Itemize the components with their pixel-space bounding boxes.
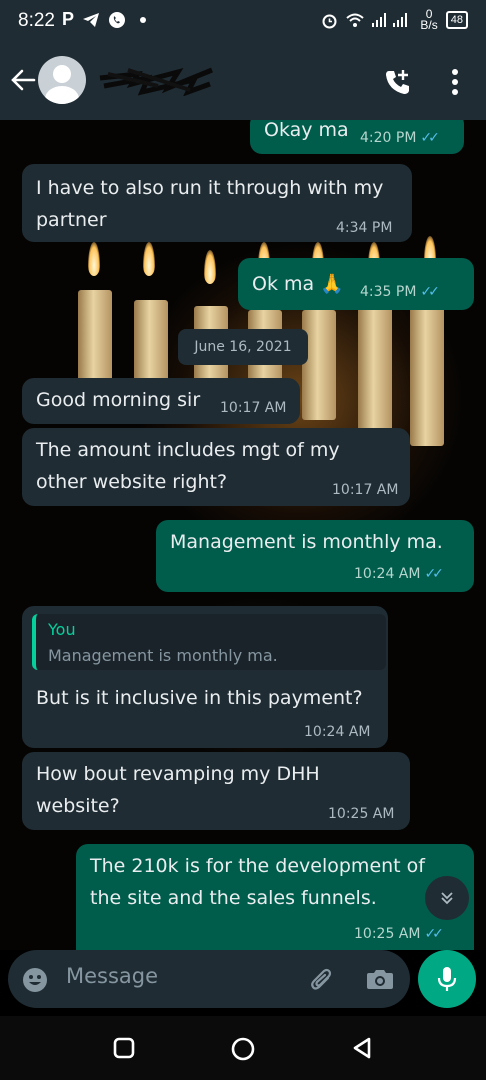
message-incoming[interactable]: Good morning sir 10:17 AM — [22, 378, 300, 424]
folded-hands-emoji: 🙏 — [320, 273, 344, 295]
status-time: 8:22 — [18, 10, 55, 31]
recent-apps-icon[interactable] — [112, 1036, 136, 1060]
message-outgoing[interactable]: Okay ma 4:20 PM ✓✓ — [250, 120, 464, 154]
read-ticks-icon: ✓✓ — [424, 566, 444, 582]
home-icon[interactable] — [230, 1036, 256, 1062]
paperclip-icon[interactable] — [308, 966, 336, 994]
camera-icon[interactable] — [366, 967, 394, 991]
parking-icon: P — [62, 9, 75, 29]
compose-bar: Message — [0, 950, 486, 1016]
system-nav-bar — [0, 1016, 486, 1080]
system-icons: 0 B/s 48 — [321, 7, 468, 32]
signal-icon — [372, 13, 408, 27]
add-call-icon[interactable] — [384, 68, 412, 96]
whatsapp-icon — [109, 11, 126, 28]
quoted-message[interactable]: You Management is monthly ma. — [32, 614, 386, 670]
alarm-icon — [322, 14, 337, 28]
emoji-icon[interactable] — [22, 967, 48, 993]
redacted-contact-name[interactable] — [98, 64, 214, 96]
message-outgoing[interactable]: The 210k is for the development of the s… — [76, 844, 474, 950]
telegram-icon — [83, 12, 100, 27]
message-input[interactable]: Message — [8, 950, 410, 1008]
chat-area[interactable]: Okay ma 4:20 PM ✓✓ I have to also run it … — [0, 120, 486, 950]
message-incoming[interactable]: The amount includes mgt of my other webs… — [22, 428, 410, 506]
more-vertical-icon[interactable] — [450, 68, 460, 96]
double-chevron-down-icon — [441, 892, 453, 905]
read-ticks-icon: ✓✓ — [420, 130, 440, 146]
read-ticks-icon: ✓✓ — [420, 284, 440, 300]
message-incoming[interactable]: I have to also run it through with my pa… — [22, 164, 412, 242]
read-ticks-icon: ✓✓ — [424, 926, 444, 942]
date-separator: June 16, 2021 — [178, 329, 308, 365]
voice-record-button[interactable] — [418, 950, 476, 1008]
status-bar: 8:22 P 0 B/s 48 — [0, 0, 486, 46]
back-triangle-icon[interactable] — [350, 1036, 374, 1060]
message-placeholder: Message — [66, 964, 159, 988]
wifi-icon — [346, 13, 365, 27]
message-incoming-reply[interactable]: You Management is monthly ma. But is it … — [22, 606, 388, 748]
message-outgoing[interactable]: Ok ma 🙏 4:35 PM ✓✓ — [238, 258, 474, 310]
message-outgoing[interactable]: Management is monthly ma. 10:24 AM ✓✓ — [156, 520, 474, 592]
microphone-icon — [437, 967, 457, 991]
message-incoming[interactable]: How bout revamping my DHH website? 10:25… — [22, 752, 410, 830]
battery-icon: 48 — [445, 11, 468, 29]
net-speed: 0 B/s — [420, 7, 438, 32]
dot-icon — [140, 16, 147, 23]
notification-icons: P — [62, 9, 147, 30]
contact-avatar[interactable] — [38, 56, 86, 104]
chat-header — [0, 46, 486, 120]
arrow-left-icon[interactable] — [10, 68, 36, 92]
scroll-to-bottom-button[interactable] — [425, 876, 469, 920]
